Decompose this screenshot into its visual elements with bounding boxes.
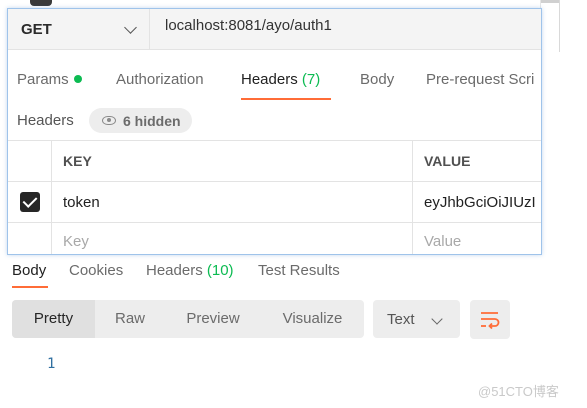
value-placeholder[interactable]: Value (413, 223, 541, 254)
table-header-row: KEY VALUE (8, 141, 541, 182)
tab-headers[interactable]: Headers (7) (241, 71, 320, 88)
request-tabs: Params Authorization Headers (7) Body Pr… (8, 57, 541, 101)
format-label: Text (387, 310, 415, 328)
chevron-down-icon (124, 20, 137, 34)
response-tab-headers[interactable]: Headers (10) (146, 262, 234, 279)
response-tab-test-results[interactable]: Test Results (258, 262, 340, 279)
column-header-key: KEY (52, 141, 413, 181)
tab-pre-request-script[interactable]: Pre-request Scri (426, 71, 534, 88)
headers-count: (7) (301, 71, 321, 88)
method-select[interactable]: GET (8, 9, 150, 50)
chevron-down-icon (431, 313, 443, 325)
format-select[interactable]: Text (373, 300, 460, 338)
tab-params[interactable]: Params (17, 71, 82, 88)
view-mode-preview[interactable]: Preview (165, 300, 261, 338)
response-tab-cookies[interactable]: Cookies (69, 262, 123, 279)
url-input[interactable]: localhost:8081/ayo/auth1 (165, 9, 332, 43)
wrap-lines-button[interactable] (470, 300, 510, 339)
background-panel-edge (540, 0, 587, 255)
view-mode-raw[interactable]: Raw (95, 300, 165, 338)
hidden-headers-label: 6 hidden (123, 112, 181, 129)
table-row-empty: Key Value (8, 223, 541, 254)
editor-line-number: 1 (47, 356, 56, 372)
header-enabled-checkbox[interactable] (19, 192, 40, 212)
view-mode-switch: Pretty Raw Preview Visualize (12, 300, 364, 338)
key-placeholder[interactable]: Key (52, 223, 413, 254)
headers-table: KEY VALUE token eyJhbGciOiJIUzI Key Valu… (8, 140, 541, 254)
background-tab-handle (30, 0, 52, 6)
request-popup: GET localhost:8081/ayo/auth1 Params Auth… (7, 8, 542, 255)
active-tab-indicator (241, 98, 331, 100)
response-active-tab-indicator (12, 286, 48, 288)
eye-icon (102, 116, 116, 125)
params-active-dot (73, 75, 82, 83)
response-headers-count: (10) (206, 262, 234, 279)
view-mode-pretty[interactable]: Pretty (12, 300, 95, 338)
watermark: @51CTO博客 (478, 384, 559, 399)
hidden-headers-toggle[interactable]: 6 hidden (89, 108, 192, 133)
tab-body[interactable]: Body (360, 71, 394, 88)
header-key-cell[interactable]: token (52, 182, 413, 222)
table-row: token eyJhbGciOiJIUzI (8, 182, 541, 223)
wrap-lines-icon (481, 312, 500, 330)
view-mode-visualize[interactable]: Visualize (261, 300, 364, 338)
header-value-cell[interactable]: eyJhbGciOiJIUzI (413, 182, 541, 222)
method-label: GET (21, 21, 52, 38)
url-bar: GET localhost:8081/ayo/auth1 (8, 9, 541, 50)
response-tab-body[interactable]: Body (12, 262, 46, 279)
tab-authorization[interactable]: Authorization (116, 71, 204, 88)
column-header-value: VALUE (424, 153, 471, 169)
headers-section-title: Headers (17, 112, 74, 129)
